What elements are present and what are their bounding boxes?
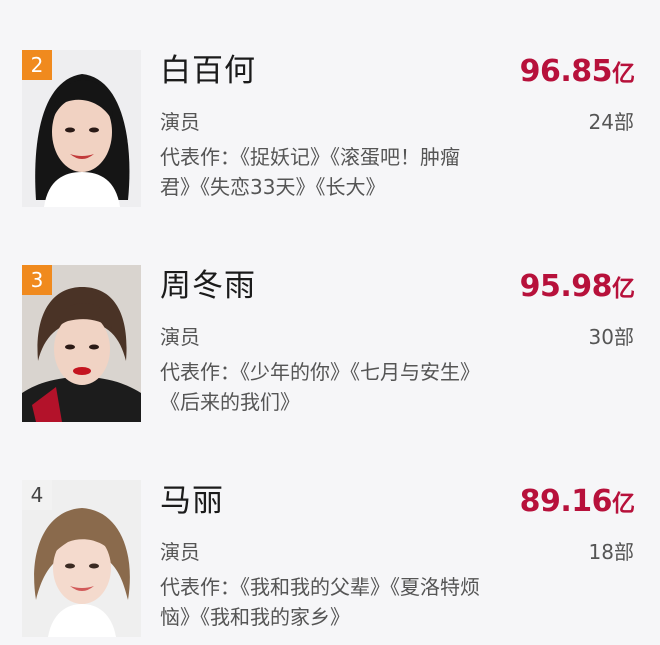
box-office-unit: 亿 <box>612 61 635 87</box>
works-line: 代表作：《少年的你》《七月与安生》 <box>160 360 480 384</box>
actor-name[interactable]: 白百何 <box>160 52 256 90</box>
film-count: 18部 <box>588 540 634 564</box>
box-office-value: 89.16 <box>519 484 613 519</box>
box-office-total: 95.98亿 <box>520 269 635 304</box>
works-line: 恼》《我和我的家乡》 <box>160 605 350 629</box>
box-office-value: 96.85 <box>519 54 613 89</box>
rank-badge: 3 <box>22 265 52 295</box>
representative-works: 代表作：《捉妖记》《滚蛋吧！肿瘤 君》《失恋33天》《长大》 <box>160 142 540 202</box>
rank-badge: 2 <box>22 50 52 80</box>
box-office-total: 96.85亿 <box>520 54 635 89</box>
ranking-item[interactable]: 3 周冬雨 95.98亿 演员 30部 代表作：《少年的你》《七月与安生》 《后… <box>0 215 660 430</box>
works-line: 《后来的我们》 <box>160 390 300 414</box>
ranking-item[interactable]: 4 马丽 89.16亿 演员 18部 代表作：《我和我的父辈》《夏洛特烦 恼》《… <box>0 430 660 645</box>
actor-role: 演员 <box>160 325 200 349</box>
box-office-total: 89.16亿 <box>520 484 635 519</box>
box-office-unit: 亿 <box>612 276 635 302</box>
box-office-unit: 亿 <box>612 491 635 517</box>
actor-name[interactable]: 马丽 <box>160 482 224 520</box>
box-office-value: 95.98 <box>519 269 613 304</box>
film-count: 30部 <box>588 325 634 349</box>
works-line: 君》《失恋33天》《长大》 <box>160 175 386 199</box>
representative-works: 代表作：《少年的你》《七月与安生》 《后来的我们》 <box>160 357 540 417</box>
ranking-item[interactable]: 2 白百何 96.85亿 演员 24部 代表作：《捉妖记》《滚蛋吧！肿瘤 君》《… <box>0 0 660 215</box>
works-line: 代表作：《我和我的父辈》《夏洛特烦 <box>160 575 480 599</box>
film-count: 24部 <box>588 110 634 134</box>
rank-badge: 4 <box>22 480 52 510</box>
actor-name[interactable]: 周冬雨 <box>160 267 256 305</box>
works-line: 代表作：《捉妖记》《滚蛋吧！肿瘤 <box>160 145 460 169</box>
actor-role: 演员 <box>160 540 200 564</box>
representative-works: 代表作：《我和我的父辈》《夏洛特烦 恼》《我和我的家乡》 <box>160 572 540 632</box>
actor-role: 演员 <box>160 110 200 134</box>
box-office-ranking-list: 2 白百何 96.85亿 演员 24部 代表作：《捉妖记》《滚蛋吧！肿瘤 君》《… <box>0 0 660 637</box>
